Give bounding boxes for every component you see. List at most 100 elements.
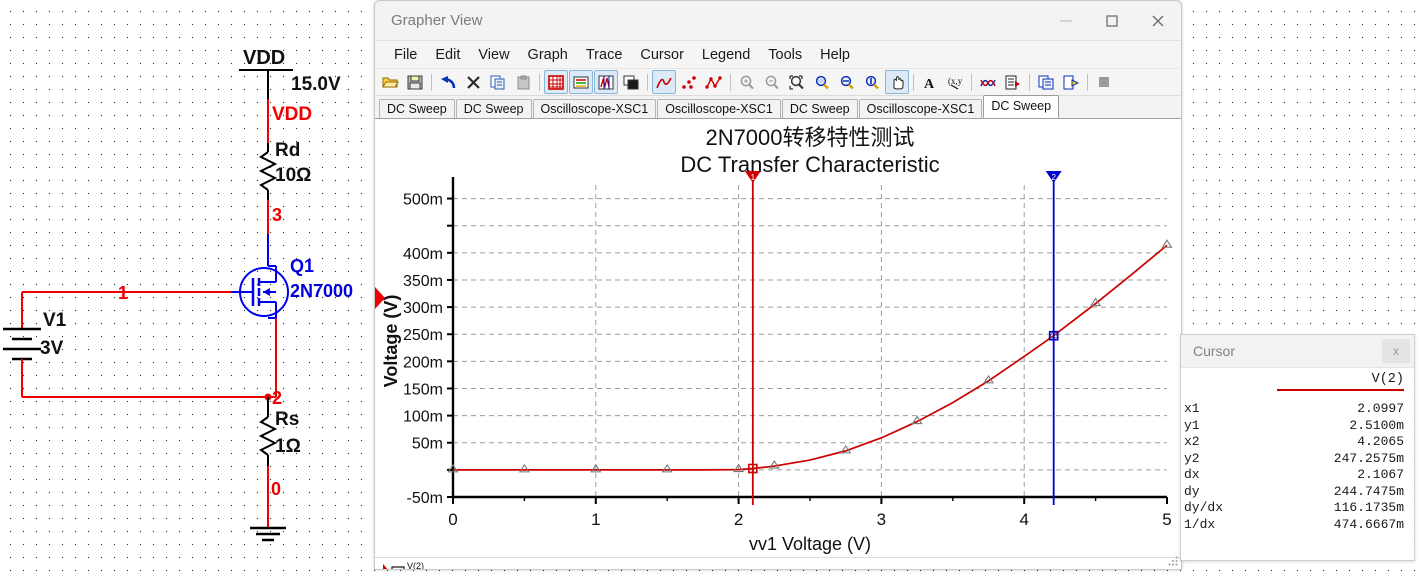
trace-v2[interactable] [453, 244, 1168, 471]
copy-icon[interactable] [486, 70, 510, 94]
cursor-row: 1/dx 474.6667m [1181, 517, 1414, 534]
cursor-panel-header[interactable]: Cursor x [1181, 335, 1414, 368]
open-icon[interactable] [378, 70, 402, 94]
svg-text:A: A [924, 77, 935, 90]
export-page-icon[interactable] [1059, 70, 1083, 94]
cursor-row-value: 2.0997 [1357, 401, 1404, 416]
rd-value-label: 10Ω [275, 165, 312, 186]
minimize-button[interactable] [1043, 2, 1089, 40]
plot-area[interactable]: 2N7000转移特性测试 DC Transfer Characteristic 50… [375, 119, 1181, 557]
menu-item-tools[interactable]: Tools [759, 47, 811, 63]
vdd-net-label: VDD [272, 104, 313, 125]
maximize-button[interactable] [1089, 2, 1135, 40]
trace-marker [661, 463, 673, 473]
rs-value-label: 1Ω [275, 436, 301, 457]
vdd-value-label: 15.0V [291, 74, 341, 95]
pan-icon[interactable] [885, 70, 909, 94]
resize-grip[interactable] [1168, 556, 1178, 566]
cursor-row: dx 2.1067 [1181, 467, 1414, 484]
dc-transfer-chart[interactable]: 2N7000转移特性测试DC Transfer Characteristic 50… [375, 119, 1179, 557]
zoom-x-icon[interactable] [835, 70, 859, 94]
menu-item-edit[interactable]: Edit [426, 47, 469, 63]
chart-subtitle: DC Transfer Characteristic [680, 152, 939, 177]
y-tick-label: 400m [403, 246, 443, 263]
grapher-window[interactable]: Grapher View File Edit View Graph Trace … [374, 0, 1182, 570]
rd-name-label: Rd [275, 140, 301, 161]
menu-item-graph[interactable]: Graph [519, 47, 577, 63]
scatter-trace-icon[interactable] [677, 70, 701, 94]
x-tick-label: 5 [1162, 510, 1171, 529]
copy-page-icon[interactable] [1034, 70, 1058, 94]
y-tick-label: 300m [403, 300, 443, 317]
background-icon[interactable] [619, 70, 643, 94]
text-icon[interactable]: A [918, 70, 942, 94]
menu-item-help[interactable]: Help [811, 47, 859, 63]
zoom-out-icon[interactable] [760, 70, 784, 94]
cursor-row-key: dx [1184, 467, 1200, 482]
cursor-panel-close-button[interactable]: x [1382, 339, 1410, 363]
toolbar-separator [431, 73, 432, 91]
y-tick-label: 100m [403, 409, 443, 426]
annotation-icon[interactable]: (x,y) [943, 70, 967, 94]
cursor-handle-label-1: 1 [751, 173, 756, 182]
y-tick-label: 150m [403, 381, 443, 398]
toolbar-separator [647, 73, 648, 91]
cursor-panel-body: V(2) x1 2.0997 y1 2.5100m x2 4.2065 y2 247.2575… [1181, 368, 1414, 533]
cursor-panel[interactable]: Cursor x V(2) x1 2.0997 y1 2.5100m x2 4.2065 y… [1180, 334, 1415, 561]
tab-dc-sweep-1[interactable]: DC Sweep [379, 99, 455, 118]
zoom-y-icon[interactable] [860, 70, 884, 94]
save-icon[interactable] [403, 70, 427, 94]
undo-icon[interactable] [436, 70, 460, 94]
tab-oscilloscope-xsc1-2[interactable]: Oscilloscope-XSC1 [657, 99, 781, 118]
properties-icon[interactable] [976, 70, 1000, 94]
export-list-icon[interactable] [1001, 70, 1025, 94]
close-button[interactable] [1135, 2, 1181, 40]
zoom-in-icon[interactable] [735, 70, 759, 94]
toolbar-separator [971, 73, 972, 91]
tab-oscilloscope-xsc1-3[interactable]: Oscilloscope-XSC1 [858, 99, 983, 118]
cursor-row-value: 244.7475m [1333, 483, 1404, 499]
menu-bar[interactable]: File Edit View Graph Trace Cursor Legend… [375, 41, 1181, 69]
legend-bar[interactable]: V(2) [375, 557, 1181, 570]
tab-oscilloscope-xsc1-1[interactable]: Oscilloscope-XSC1 [532, 99, 657, 118]
chart-title: 2N7000转移特性测试 [705, 125, 914, 150]
stop-icon[interactable] [1092, 70, 1116, 94]
legend-icon[interactable] [569, 70, 593, 94]
cursor-row: y2 247.2575m [1181, 451, 1414, 468]
y-tick-label: 250m [403, 327, 443, 344]
cursor-icon[interactable] [594, 70, 618, 94]
paste-icon[interactable] [511, 70, 535, 94]
tab-bar[interactable]: DC Sweep DC Sweep Oscilloscope-XSC1 Osci… [375, 95, 1181, 119]
node-3-label: 3 [272, 205, 283, 225]
title-bar[interactable]: Grapher View [375, 1, 1181, 41]
cursor-row-key: x1 [1184, 401, 1200, 416]
tab-dc-sweep-4-active[interactable]: DC Sweep [983, 95, 1060, 118]
tab-dc-sweep-3[interactable]: DC Sweep [781, 99, 858, 118]
tab-dc-sweep-2[interactable]: DC Sweep [455, 99, 532, 118]
legend-trace-label: V(2) [407, 561, 424, 570]
grid-icon[interactable] [544, 70, 568, 94]
zoom-fit-icon[interactable] [810, 70, 834, 94]
cursor-row: dy/dx 116.1735m [1181, 500, 1414, 517]
toolbar[interactable]: A (x,y) [375, 69, 1181, 96]
v1-name-label: V1 [43, 310, 67, 331]
legend-entry-v2[interactable]: V(2) [381, 558, 451, 570]
cursor-row-value: 474.6667m [1333, 516, 1404, 532]
y-tick-label: 200m [403, 354, 443, 371]
cursor-column-rule [1277, 389, 1404, 391]
toolbar-separator [1087, 73, 1088, 91]
vdd-tag-label: VDD [243, 47, 286, 69]
zoom-region-icon[interactable] [785, 70, 809, 94]
line-point-trace-icon[interactable] [702, 70, 726, 94]
line-trace-icon[interactable] [652, 70, 676, 94]
menu-item-view[interactable]: View [469, 47, 518, 63]
y-tick-label: 50m [412, 436, 443, 453]
menu-item-cursor[interactable]: Cursor [631, 47, 693, 63]
menu-item-file[interactable]: File [385, 47, 426, 63]
rs-name-label: Rs [275, 409, 300, 430]
cursor-column-header: V(2) [1371, 372, 1404, 387]
menu-item-trace[interactable]: Trace [577, 47, 632, 63]
node-2-label: 2 [272, 388, 283, 408]
menu-item-legend[interactable]: Legend [693, 47, 759, 63]
delete-icon[interactable] [461, 70, 485, 94]
